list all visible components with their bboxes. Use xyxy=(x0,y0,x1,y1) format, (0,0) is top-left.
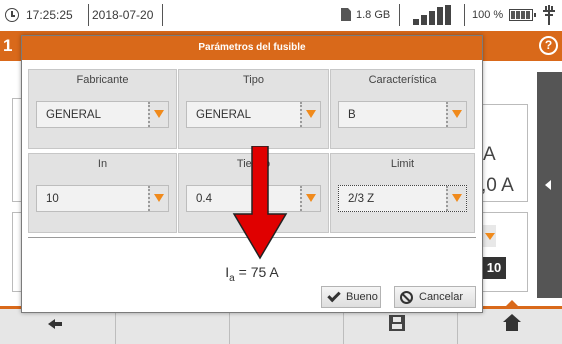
in-select[interactable]: 10 xyxy=(36,185,169,212)
toolbar-notch xyxy=(503,300,521,309)
field-manufacturer: Fabricante GENERAL xyxy=(28,69,177,149)
select-value: GENERAL xyxy=(196,109,251,121)
signal-icon xyxy=(413,5,453,25)
battery-icon xyxy=(509,9,536,21)
chevron-down-icon[interactable] xyxy=(148,186,168,211)
result-subscript: a xyxy=(229,272,235,284)
cancel-icon xyxy=(400,291,413,304)
status-divider xyxy=(399,4,400,26)
battery-percent: 100 % xyxy=(472,9,504,21)
status-divider xyxy=(162,4,163,26)
plug-icon xyxy=(543,5,555,25)
manufacturer-select[interactable]: GENERAL xyxy=(36,101,169,128)
screen-number: 1 xyxy=(3,36,13,55)
field-limit: Limit 2/3 Z xyxy=(330,153,475,233)
chevron-down-icon[interactable] xyxy=(482,225,496,247)
toolbar-button[interactable] xyxy=(116,309,230,344)
field-label: Tipo xyxy=(243,74,264,86)
save-icon xyxy=(389,315,405,331)
field-label: Característica xyxy=(368,74,437,86)
clock-icon xyxy=(5,8,19,22)
chevron-down-icon[interactable] xyxy=(300,186,320,211)
back-icon xyxy=(48,319,62,329)
result-ia: Ia = 75 A xyxy=(22,264,482,284)
status-time: 17:25:25 xyxy=(26,8,73,22)
sd-card-icon xyxy=(341,8,351,21)
cancel-button[interactable]: Cancelar xyxy=(394,286,476,308)
chevron-down-icon[interactable] xyxy=(446,186,466,211)
type-select[interactable]: GENERAL xyxy=(186,101,321,128)
background-value: ,0 A xyxy=(481,175,514,196)
ok-button[interactable]: Bueno xyxy=(321,286,381,308)
result-value: = 75 A xyxy=(238,264,279,280)
status-date: 2018-07-20 xyxy=(92,8,154,22)
characteristic-select[interactable]: B xyxy=(338,101,467,128)
red-arrow xyxy=(232,146,288,260)
toolbar-button[interactable] xyxy=(230,309,344,344)
field-characteristic: Característica B xyxy=(330,69,475,149)
help-icon[interactable]: ? xyxy=(539,36,558,55)
home-button[interactable] xyxy=(458,309,562,344)
save-button[interactable] xyxy=(344,309,458,344)
cancel-label: Cancelar xyxy=(419,291,464,303)
field-label: Limit xyxy=(390,158,415,170)
home-icon xyxy=(503,314,521,332)
limit-select[interactable]: 2/3 Z xyxy=(338,185,467,212)
field-in: In 10 xyxy=(28,153,177,233)
select-value: GENERAL xyxy=(46,109,101,121)
field-type: Tipo GENERAL xyxy=(178,69,329,149)
select-value: 0.4 xyxy=(196,193,212,205)
chevron-down-icon[interactable] xyxy=(300,102,320,127)
select-value: 2/3 Z xyxy=(348,193,375,205)
back-button[interactable] xyxy=(0,309,116,344)
background-value: 10 xyxy=(482,257,506,279)
check-icon xyxy=(327,288,341,303)
field-label: In xyxy=(97,158,108,170)
chevron-down-icon[interactable] xyxy=(148,102,168,127)
dialog-title: Parámetros del fusible xyxy=(22,36,482,60)
chevron-down-icon[interactable] xyxy=(446,102,466,127)
background-value: A xyxy=(483,144,496,165)
status-divider xyxy=(464,4,465,26)
ok-label: Bueno xyxy=(346,291,378,303)
field-label: Fabricante xyxy=(76,74,129,86)
status-bar: 17:25:25 2018-07-20 1.8 GB 100 % xyxy=(0,0,562,30)
status-divider xyxy=(88,4,89,26)
select-value: B xyxy=(348,109,356,121)
side-panel-toggle[interactable] xyxy=(537,72,562,298)
select-value: 10 xyxy=(46,193,59,205)
storage-label: 1.8 GB xyxy=(356,9,391,21)
